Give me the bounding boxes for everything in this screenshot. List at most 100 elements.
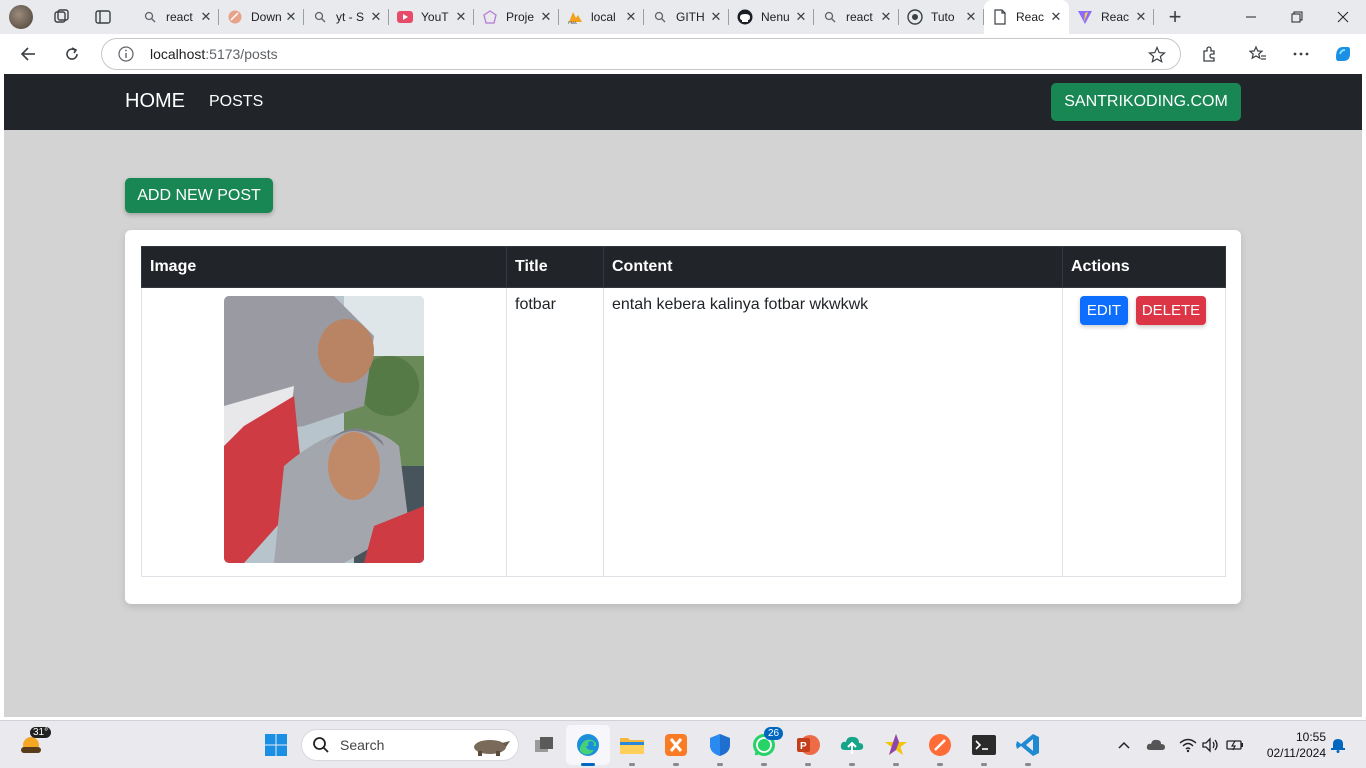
project-icon xyxy=(482,9,498,25)
starred-app-icon[interactable] xyxy=(882,731,910,766)
more-menu-icon[interactable] xyxy=(1287,40,1315,68)
tab-label: Nenu xyxy=(761,10,790,24)
posts-link[interactable]: POSTS xyxy=(209,93,263,111)
favorite-star-icon[interactable] xyxy=(1148,46,1166,64)
row-actions: EDIT DELETE xyxy=(1071,296,1217,325)
tab-close-icon[interactable]: ✕ xyxy=(624,9,638,25)
browser-tab[interactable]: yt - S ✕ xyxy=(304,0,389,34)
browser-tab[interactable]: react ✕ xyxy=(134,0,219,34)
title-cell: fotbar xyxy=(506,287,604,577)
phpmyadmin-icon: PMA xyxy=(567,9,583,25)
browser-tab[interactable]: react ✕ xyxy=(814,0,899,34)
new-tab-button[interactable]: + xyxy=(1160,2,1190,32)
tab-label: Down xyxy=(251,10,282,24)
notification-bell-icon[interactable] xyxy=(1328,735,1348,755)
postman-icon[interactable] xyxy=(926,731,954,766)
tab-close-icon[interactable]: ✕ xyxy=(1049,9,1063,25)
page-viewport: HOME POSTS SANTRIKODING.COM ADD NEW POST… xyxy=(4,74,1362,717)
tab-close-icon[interactable]: ✕ xyxy=(964,9,978,25)
vscode-icon[interactable] xyxy=(1014,731,1042,766)
browser-tab[interactable]: GITH ✕ xyxy=(644,0,729,34)
site-icon xyxy=(907,9,923,25)
browser-tab[interactable]: Tuto ✕ xyxy=(899,0,984,34)
show-hidden-icons-chevron-icon[interactable] xyxy=(1114,735,1134,755)
tab-label: Proje xyxy=(506,10,535,24)
tab-close-icon[interactable]: ✕ xyxy=(369,9,383,25)
start-button[interactable] xyxy=(262,731,290,759)
edit-button[interactable]: EDIT xyxy=(1080,296,1128,325)
tab-label: local xyxy=(591,10,616,24)
home-link[interactable]: HOME xyxy=(125,90,185,113)
tab-actions-icon[interactable] xyxy=(92,6,114,28)
running-indicator xyxy=(849,763,855,766)
extensions-icon[interactable] xyxy=(1195,40,1223,68)
table-header-row: Image Title Content Actions xyxy=(141,246,1226,288)
github-icon xyxy=(737,9,753,25)
refresh-button[interactable] xyxy=(58,40,86,68)
image-cell xyxy=(141,287,507,577)
santrikoding-button[interactable]: SANTRIKODING.COM xyxy=(1051,83,1241,121)
minimize-button[interactable] xyxy=(1228,0,1274,34)
file-explorer-icon[interactable] xyxy=(618,731,646,766)
tab-label: Reac xyxy=(1101,10,1130,24)
browser-tab[interactable]: PMA local ✕ xyxy=(559,0,644,34)
favorites-icon[interactable] xyxy=(1244,40,1272,68)
workspaces-icon[interactable] xyxy=(50,6,72,28)
taskbar-search[interactable]: Search xyxy=(301,729,519,761)
delete-button[interactable]: DELETE xyxy=(1136,296,1206,325)
onedrive-cloud-icon[interactable] xyxy=(1146,735,1166,755)
powerpoint-icon[interactable]: P xyxy=(794,731,822,766)
tab-label: yt - S xyxy=(336,10,365,24)
running-indicator xyxy=(981,763,987,766)
wifi-icon[interactable] xyxy=(1178,735,1198,755)
edge-browser-icon[interactable] xyxy=(574,731,602,766)
xampp-icon[interactable] xyxy=(662,731,690,766)
tab-close-icon[interactable]: ✕ xyxy=(454,9,468,25)
battery-icon[interactable] xyxy=(1225,735,1245,755)
browser-tab-strip: react ✕ Down ✕ yt - S ✕ YouT ✕ Proje ✕ PMA local ✕ GI… xyxy=(0,0,1366,34)
security-shield-icon[interactable] xyxy=(706,731,734,766)
header-content: Content xyxy=(603,246,1063,288)
weather-widget[interactable]: 31° xyxy=(18,727,52,759)
site-info-icon[interactable] xyxy=(118,46,134,62)
task-view-button[interactable] xyxy=(530,731,558,759)
system-clock[interactable]: 10:55 02/11/2024 xyxy=(1256,729,1326,761)
browser-tab[interactable]: Proje ✕ xyxy=(474,0,559,34)
url-text: localhost:5173/posts xyxy=(150,46,278,62)
browser-tab[interactable]: Down ✕ xyxy=(219,0,304,34)
actions-cell: EDIT DELETE xyxy=(1062,287,1226,577)
restore-button[interactable] xyxy=(1274,0,1320,34)
app-icon xyxy=(227,9,243,25)
running-indicator xyxy=(1025,763,1031,766)
cloud-upload-icon[interactable] xyxy=(838,731,866,766)
running-indicator xyxy=(673,763,679,766)
address-bar[interactable]: localhost:5173/posts xyxy=(101,38,1181,70)
browser-tab[interactable]: Reac ✕ xyxy=(1069,0,1154,34)
tab-close-icon[interactable]: ✕ xyxy=(539,9,553,25)
tab-close-icon[interactable]: ✕ xyxy=(709,9,723,25)
table-row: fotbar entah kebera kalinya fotbar wkwkw… xyxy=(141,287,1226,577)
tab-close-icon[interactable]: ✕ xyxy=(199,9,213,25)
tab-close-icon[interactable]: ✕ xyxy=(879,9,893,25)
svg-text:PMA: PMA xyxy=(568,20,577,24)
tab-close-icon[interactable]: ✕ xyxy=(794,9,808,25)
add-new-post-button[interactable]: ADD NEW POST xyxy=(125,178,273,213)
clock-time: 10:55 xyxy=(1295,730,1326,744)
terminal-icon[interactable] xyxy=(970,731,998,766)
weather-temp: 31° xyxy=(30,727,52,738)
browser-tab[interactable]: Nenu ✕ xyxy=(729,0,814,34)
running-indicator xyxy=(893,763,899,766)
windows-taskbar: 31° Search 26 P 10:55 02/11/2024 xyxy=(0,720,1366,768)
profile-avatar[interactable] xyxy=(9,5,33,29)
close-window-button[interactable] xyxy=(1320,0,1366,34)
copilot-icon[interactable] xyxy=(1329,40,1357,68)
posts-table: Image Title Content Actions fotbar entah… xyxy=(141,246,1226,577)
browser-tab[interactable]: YouT ✕ xyxy=(389,0,474,34)
browser-tab[interactable]: Reac ✕ xyxy=(984,0,1069,34)
tab-close-icon[interactable]: ✕ xyxy=(284,9,298,25)
search-icon xyxy=(312,9,328,25)
search-icon xyxy=(822,9,838,25)
volume-icon[interactable] xyxy=(1200,735,1220,755)
back-button[interactable] xyxy=(14,40,42,68)
tab-close-icon[interactable]: ✕ xyxy=(1134,9,1148,25)
